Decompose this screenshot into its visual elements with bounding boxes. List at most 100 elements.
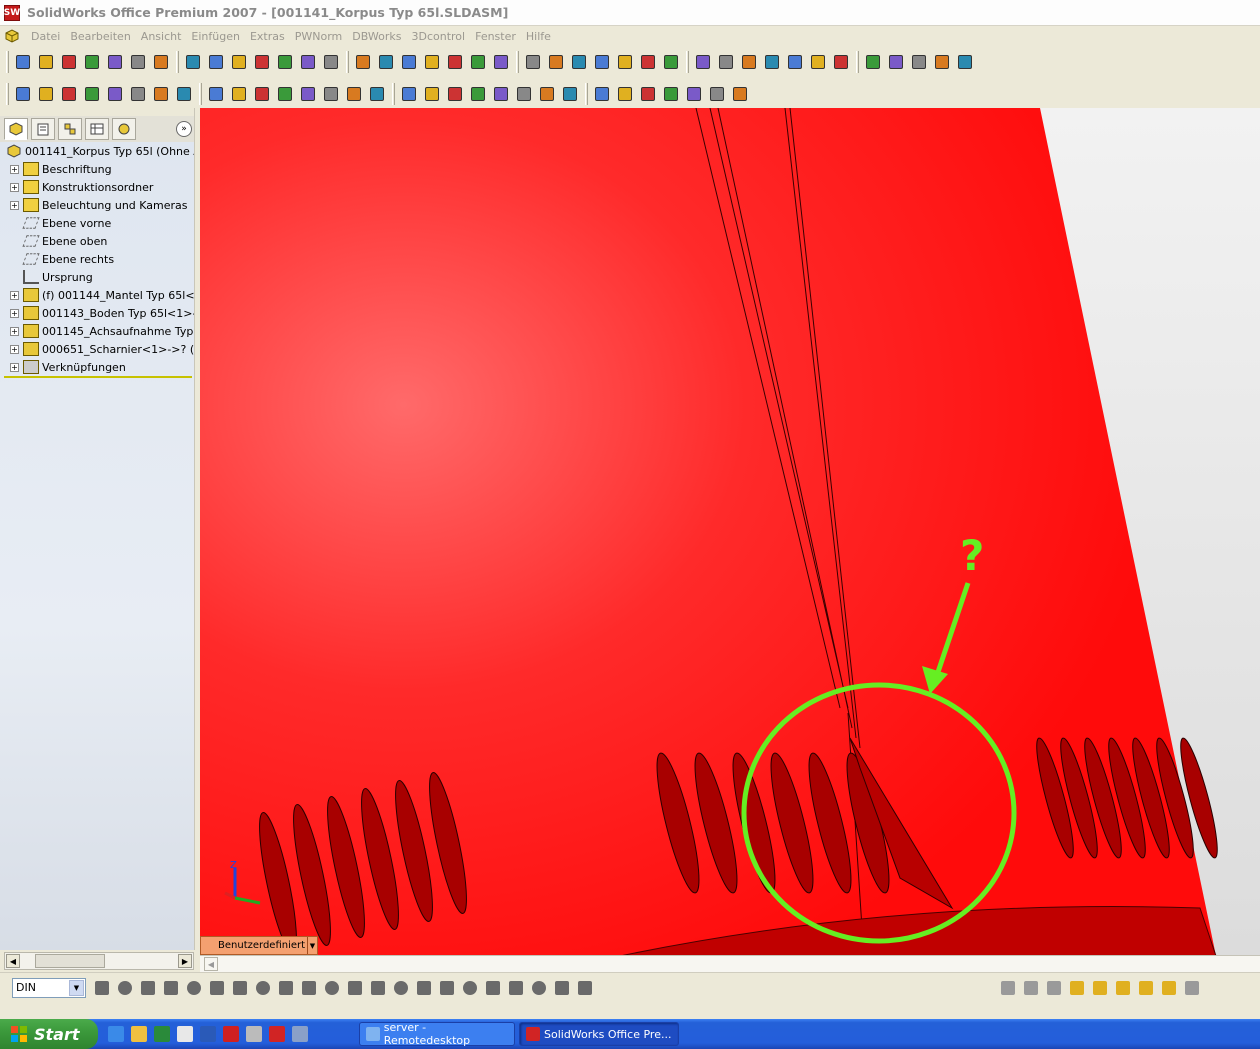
menu-pwnorm[interactable]: PWNorm	[290, 30, 348, 43]
zoom-button[interactable]	[955, 51, 975, 73]
segment-button[interactable]	[161, 977, 181, 999]
tree-item[interactable]: +001145_Achsaufnahme Typ 65	[10, 322, 194, 340]
model-view[interactable]: Z ?	[200, 108, 1260, 956]
tree-scrollbar[interactable]: ◀ ▶	[4, 952, 194, 970]
chevron-down-icon[interactable]: ▼	[69, 979, 84, 996]
import-button[interactable]	[59, 51, 79, 73]
sketch-button[interactable]	[229, 51, 249, 73]
folder-icon[interactable]	[131, 1026, 147, 1042]
percent-button[interactable]	[59, 83, 79, 105]
tree-button[interactable]	[808, 51, 828, 73]
tab-feature-manager[interactable]	[4, 118, 28, 140]
menu-dbworks[interactable]: DBWorks	[347, 30, 406, 43]
tree-item[interactable]: + Verknüpfungen	[10, 358, 126, 376]
notepad-icon[interactable]	[177, 1026, 193, 1042]
viewport-scrollbar[interactable]: ◀	[200, 955, 1260, 972]
fill-button[interactable]	[322, 977, 342, 999]
rectangle-button[interactable]	[184, 977, 204, 999]
excel-icon[interactable]	[154, 1026, 170, 1042]
menu-3dcontrol[interactable]: 3Dcontrol	[406, 30, 470, 43]
menu-datei[interactable]: Datei	[26, 30, 65, 43]
part-14-button[interactable]	[537, 83, 557, 105]
monitor-icon[interactable]	[246, 1026, 262, 1042]
view-panel-button[interactable]	[36, 51, 56, 73]
part-2-button[interactable]	[252, 83, 272, 105]
point-button[interactable]	[414, 977, 434, 999]
part-12-button[interactable]	[491, 83, 511, 105]
solidworks-app-icon[interactable]: SW	[4, 4, 20, 21]
traffic-light-button[interactable]	[716, 51, 736, 73]
menu-einfuegen[interactable]: Einfügen	[186, 30, 245, 43]
diamond-button[interactable]	[105, 83, 125, 105]
part-4-button[interactable]	[298, 83, 318, 105]
open-button[interactable]	[376, 51, 396, 73]
save-as-button[interactable]	[422, 51, 442, 73]
assembly-button[interactable]	[13, 83, 33, 105]
cube-green-button[interactable]	[1067, 977, 1087, 999]
copy-settings-button[interactable]	[151, 51, 171, 73]
save-file-button[interactable]	[399, 51, 419, 73]
cube-yellow-button[interactable]	[1090, 977, 1110, 999]
save-button[interactable]	[105, 51, 125, 73]
text-a-button[interactable]	[174, 83, 194, 105]
editor-icon[interactable]	[292, 1026, 308, 1042]
preview-button[interactable]	[523, 51, 543, 73]
book-button[interactable]	[345, 977, 365, 999]
options-button[interactable]	[638, 51, 658, 73]
arrow-se-button[interactable]	[483, 977, 503, 999]
bricks-button[interactable]	[785, 51, 805, 73]
toolbar-grip[interactable]	[6, 83, 9, 105]
view-manager-button[interactable]	[13, 51, 33, 73]
print-button[interactable]	[491, 51, 511, 73]
part-15-button[interactable]	[560, 83, 580, 105]
rebuild-button[interactable]	[321, 51, 341, 73]
menu-fenster[interactable]: Fenster	[470, 30, 521, 43]
chain-button[interactable]	[391, 977, 411, 999]
part-9-button[interactable]	[422, 83, 442, 105]
macro-button[interactable]	[183, 51, 203, 73]
help-button[interactable]	[575, 977, 595, 999]
scroll-right-arrow-icon[interactable]: ▶	[178, 954, 192, 968]
properties-button[interactable]	[615, 51, 635, 73]
assembly-document-icon[interactable]	[4, 28, 20, 44]
tab-dimxpert[interactable]	[85, 118, 109, 140]
expand-plus-icon[interactable]: +	[10, 308, 19, 318]
acrobat-icon[interactable]	[223, 1026, 239, 1042]
scroll-left-arrow-icon[interactable]: ◀	[204, 957, 218, 971]
text-i-button[interactable]	[230, 977, 250, 999]
ring-button[interactable]	[207, 977, 227, 999]
tree-item[interactable]: Ebene rechts	[10, 250, 114, 268]
edit-button[interactable]	[693, 51, 713, 73]
part-13-button[interactable]	[514, 83, 534, 105]
part-16-button[interactable]	[592, 83, 612, 105]
part-3-button[interactable]	[275, 83, 295, 105]
expand-plus-icon[interactable]: +	[10, 344, 19, 354]
select-button[interactable]	[661, 51, 681, 73]
new-button[interactable]	[353, 51, 373, 73]
expand-panel-button[interactable]: »	[176, 121, 192, 137]
filter-3-button[interactable]	[1044, 977, 1064, 999]
circle-button[interactable]	[115, 977, 135, 999]
expand-plus-icon[interactable]: +	[10, 362, 19, 372]
save-red-button[interactable]	[82, 51, 102, 73]
star-button[interactable]	[253, 977, 273, 999]
axis-button[interactable]	[151, 83, 171, 105]
filter-button[interactable]	[128, 51, 148, 73]
text-button[interactable]	[252, 51, 272, 73]
tree-item[interactable]: +000651_Scharnier<1>->? (Sta	[10, 340, 194, 358]
settings-button[interactable]	[909, 51, 929, 73]
task-solidworks[interactable]: SolidWorks Office Pre...	[519, 1022, 679, 1046]
tab-property-manager[interactable]	[31, 118, 55, 140]
expand-plus-icon[interactable]: +	[10, 290, 19, 300]
expand-plus-icon[interactable]: +	[10, 164, 19, 174]
grid-button[interactable]	[762, 51, 782, 73]
tree-item[interactable]: + Beschriftung	[10, 160, 112, 178]
cube-a-button[interactable]	[1113, 977, 1133, 999]
tree-item[interactable]: + Beleuchtung und Kameras	[10, 196, 188, 214]
tree-item[interactable]: Ebene oben	[10, 232, 107, 250]
dots-button[interactable]	[299, 977, 319, 999]
part-7-button[interactable]	[367, 83, 387, 105]
part-19-button[interactable]	[661, 83, 681, 105]
window-layout-button[interactable]	[739, 51, 759, 73]
anchor-button[interactable]	[506, 977, 526, 999]
